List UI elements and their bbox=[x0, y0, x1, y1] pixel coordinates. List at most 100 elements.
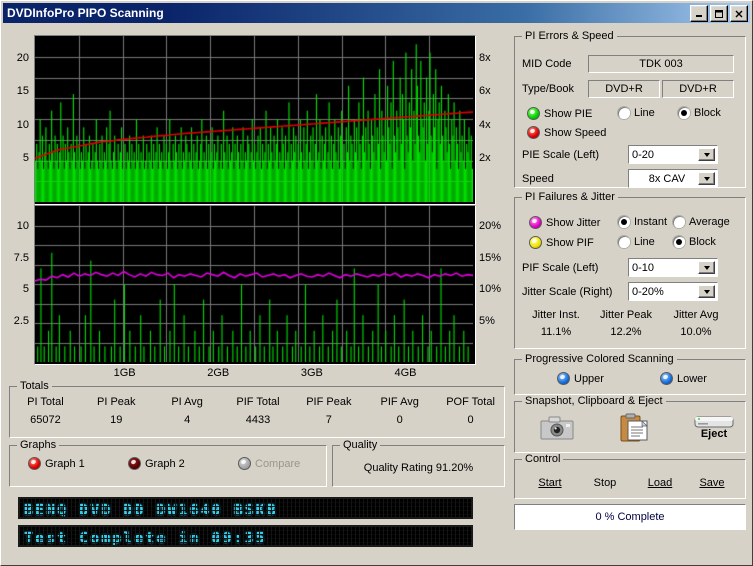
x-axis-tick: 2GB bbox=[207, 367, 230, 379]
snapshot-legend: Snapshot, Clipboard & Eject bbox=[522, 395, 666, 407]
eject-button[interactable]: Eject bbox=[693, 413, 735, 440]
minimize-button[interactable] bbox=[690, 5, 708, 22]
pi-failures-chart[interactable] bbox=[34, 205, 476, 365]
pif-line-radio[interactable]: Line bbox=[618, 236, 655, 249]
lower-toggle[interactable]: Lower bbox=[660, 372, 707, 385]
control-group: Control Start Stop Load Save bbox=[514, 453, 746, 499]
pif-scale-label: PIF Scale (Left) bbox=[522, 262, 599, 274]
axis-tick: 8x bbox=[479, 51, 491, 64]
x-axis-tick: 1GB bbox=[113, 367, 136, 379]
start-button[interactable]: Start bbox=[525, 477, 575, 489]
start-label: Start bbox=[538, 477, 562, 489]
jitter-avg-label: Jitter Avg bbox=[673, 309, 719, 321]
chart1-y-axis-labels: 20 15 10 5 bbox=[1, 35, 29, 203]
pi-errors-chart[interactable] bbox=[34, 35, 476, 205]
quality-legend: Quality bbox=[340, 439, 381, 451]
progressive-scanning-group: Progressive Colored Scanning Upper Lower bbox=[514, 353, 746, 395]
snapshot-button[interactable] bbox=[540, 415, 574, 444]
axis-tick: 15% bbox=[479, 251, 502, 264]
totals-value: 0 bbox=[396, 414, 403, 426]
progressive-scanning-legend: Progressive Colored Scanning bbox=[522, 353, 677, 365]
jitter-scale-value: 0-20% bbox=[632, 285, 664, 298]
control-legend: Control bbox=[522, 453, 564, 465]
lower-label: Lower bbox=[677, 372, 707, 385]
pie-line-label: Line bbox=[634, 107, 655, 120]
lcd-grid-overlay-2 bbox=[20, 527, 471, 545]
totals-value: 4 bbox=[184, 414, 191, 426]
close-button[interactable] bbox=[730, 5, 748, 22]
totals-value: 0 bbox=[467, 414, 474, 426]
stop-label: Stop bbox=[593, 477, 617, 489]
axis-tick: 15 bbox=[16, 85, 29, 98]
graph-led-1 bbox=[28, 457, 41, 470]
clipboard-button[interactable] bbox=[619, 413, 649, 446]
lower-led bbox=[660, 372, 673, 385]
maximize-icon bbox=[715, 9, 723, 18]
jitter-scale-select[interactable]: 0-20% bbox=[628, 282, 718, 301]
jitter-average-radio[interactable]: Average bbox=[673, 216, 730, 229]
pie-block-radio[interactable]: Block bbox=[678, 107, 721, 120]
axis-tick: 10 bbox=[16, 118, 29, 131]
pif-line-radio-button bbox=[618, 236, 630, 249]
close-icon bbox=[735, 10, 743, 17]
save-button[interactable]: Save bbox=[687, 477, 737, 489]
show-jitter-led bbox=[529, 216, 542, 229]
pie-scale-value: 0-20 bbox=[632, 148, 655, 161]
pie-scale-label: PIE Scale (Left) bbox=[522, 149, 600, 161]
progress-text: 0 % Complete bbox=[595, 511, 665, 523]
chart1-y2-axis-labels: 8x 6x 4x 2x bbox=[479, 35, 513, 203]
show-pie-label: Show PIE bbox=[544, 107, 593, 120]
jitter-average-label: Average bbox=[689, 216, 730, 229]
save-label: Save bbox=[699, 477, 725, 489]
totals-header: PIF Avg bbox=[380, 396, 419, 408]
graph-label-3: Compare bbox=[255, 457, 301, 470]
axis-tick: 4x bbox=[479, 118, 491, 131]
graphs-group: Graphs Graph 1 Graph 2 Compare bbox=[9, 439, 327, 487]
graph-toggle-2[interactable]: Graph 2 bbox=[128, 457, 185, 470]
type-value: DVD+R bbox=[588, 80, 660, 98]
graph-toggle-1[interactable]: Graph 1 bbox=[28, 457, 85, 470]
jitter-instant-radio-button bbox=[618, 216, 630, 229]
speed-select[interactable]: 8x CAV bbox=[628, 169, 718, 188]
jitter-instant-label: Instant bbox=[634, 216, 668, 229]
chevron-down-icon-4[interactable] bbox=[698, 285, 715, 298]
pi-errors-speed-legend: PI Errors & Speed bbox=[522, 30, 617, 42]
totals-header: PI Avg bbox=[171, 396, 203, 408]
show-speed-toggle[interactable]: Show Speed bbox=[527, 126, 606, 139]
camera-icon bbox=[540, 416, 574, 440]
show-speed-label: Show Speed bbox=[544, 126, 607, 139]
speed-value: 8x CAV bbox=[648, 172, 686, 185]
speed-label: Speed bbox=[522, 173, 554, 185]
pie-line-radio[interactable]: Line bbox=[618, 107, 655, 120]
load-button[interactable]: Load bbox=[635, 477, 685, 489]
show-pif-label: Show PIF bbox=[546, 236, 594, 249]
pie-scale-select[interactable]: 0-20 bbox=[628, 145, 718, 164]
show-pif-led bbox=[529, 236, 542, 249]
stop-button[interactable]: Stop bbox=[580, 477, 630, 489]
upper-toggle[interactable]: Upper bbox=[557, 372, 604, 385]
window-controls bbox=[690, 5, 748, 22]
title-bar: DVDInfoPro PIPO Scanning bbox=[3, 3, 750, 23]
totals-header: PIF Peak bbox=[306, 396, 352, 408]
application-window: DVDInfoPro PIPO Scanning 20 15 10 5 8x 6x 4x 2… bbox=[0, 0, 753, 566]
axis-tick: 10% bbox=[479, 283, 502, 296]
pif-scale-value: 0-10 bbox=[632, 261, 655, 274]
totals-value: 7 bbox=[325, 414, 332, 426]
pif-scale-select[interactable]: 0-10 bbox=[628, 258, 718, 277]
maximize-button[interactable] bbox=[710, 5, 728, 22]
drive-info-display: BENQ DVD DD DW1640 BSKB bbox=[18, 497, 473, 519]
chevron-down-icon-2[interactable] bbox=[698, 172, 715, 185]
totals-value: 65072 bbox=[30, 414, 61, 426]
snapshot-clipboard-eject-group: Snapshot, Clipboard & Eject Eject bbox=[514, 395, 746, 453]
pif-block-radio[interactable]: Block bbox=[673, 236, 716, 249]
jitter-inst-value: 11.1% bbox=[540, 326, 572, 338]
chevron-down-icon[interactable] bbox=[698, 148, 715, 161]
jitter-instant-radio[interactable]: Instant bbox=[618, 216, 668, 229]
show-pie-toggle[interactable]: Show PIE bbox=[527, 107, 592, 120]
show-jitter-toggle[interactable]: Show Jitter bbox=[529, 216, 600, 229]
book-value: DVD+R bbox=[662, 80, 734, 98]
graph-led-2 bbox=[128, 457, 141, 470]
pif-line-label: Line bbox=[634, 236, 655, 249]
show-pif-toggle[interactable]: Show PIF bbox=[529, 236, 594, 249]
chevron-down-icon-3[interactable] bbox=[698, 261, 715, 274]
